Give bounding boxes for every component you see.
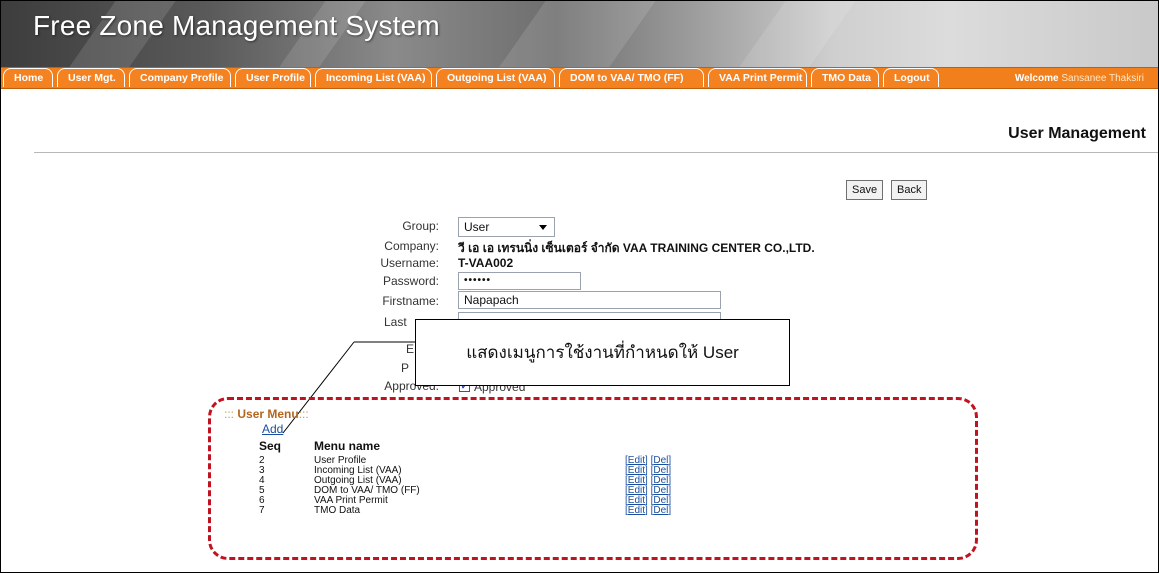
tab-incoming-list[interactable]: Incoming List (VAA) (315, 68, 432, 87)
row-menu-name: TMO Data (314, 505, 361, 516)
row-actions: [Edit] [Del] (625, 505, 672, 516)
username-label: Username: (380, 256, 439, 270)
table-row: 2 User Profile [Edit] [Del] (1, 456, 1158, 466)
tab-user-profile[interactable]: User Profile (235, 68, 311, 87)
main-nav: Home User Mgt. Company Profile User Prof… (1, 67, 1158, 89)
tab-logout[interactable]: Logout (883, 68, 939, 87)
legend-title: User Menu (237, 407, 299, 421)
table-row: 3 Incoming List (VAA) [Edit] [Del] (1, 466, 1158, 476)
page-title: User Management (1008, 125, 1146, 142)
legend-prefix: ::: (224, 407, 235, 421)
welcome-text: Welcome Sansanee Thaksiri (1015, 73, 1144, 84)
tab-tmo-data[interactable]: TMO Data (811, 68, 879, 87)
firstname-label: Firstname: (382, 294, 439, 308)
tab-dom-to-vaa[interactable]: DOM to VAA/ TMO (FF) (559, 68, 704, 87)
header-banner: Free Zone Management System (1, 1, 1158, 67)
group-select-value: User (464, 220, 490, 234)
save-button[interactable]: Save (846, 180, 884, 200)
password-label: Password: (382, 274, 439, 288)
table-row: 6 VAA Print Permit [Edit] [Del] (1, 496, 1158, 506)
legend-suffix: ::: (298, 407, 309, 421)
title-divider (34, 152, 1158, 153)
welcome-label: Welcome (1014, 73, 1059, 84)
del-link[interactable]: Del (653, 505, 668, 516)
table-row: 4 Outgoing List (VAA) [Edit] [Del] (1, 476, 1158, 486)
lastname-label: Last (384, 315, 407, 329)
col-header-seq: Seq (259, 439, 282, 453)
user-menu-legend: ::: User Menu::: (224, 407, 309, 421)
tab-outgoing-list[interactable]: Outgoing List (VAA) (436, 68, 555, 87)
row-seq: 7 (259, 505, 265, 516)
company-label: Company: (384, 239, 439, 253)
edit-link[interactable]: Edit (628, 505, 645, 516)
app-window: Free Zone Management System Home User Mg… (0, 0, 1159, 573)
tab-vaa-print-permit[interactable]: VAA Print Permit (708, 68, 807, 87)
callout-text: แสดงเมนูการใช้งานที่กำหนดให้ User (466, 343, 739, 362)
add-menu-link[interactable]: Add (262, 422, 283, 436)
annotation-callout: แสดงเมนูการใช้งานที่กำหนดให้ User (415, 319, 790, 386)
firstname-field[interactable]: Napapach (458, 291, 721, 309)
back-button[interactable]: Back (891, 180, 928, 200)
tab-user-mgt[interactable]: User Mgt. (57, 68, 125, 87)
welcome-username: Sansanee Thaksiri (1061, 73, 1144, 84)
table-row: 5 DOM to VAA/ TMO (FF) [Edit] [Del] (1, 486, 1158, 496)
field-p-label: P (401, 361, 410, 375)
password-field[interactable]: •••••• (458, 272, 581, 290)
username-value: T-VAA002 (458, 256, 514, 270)
field-e-label: E (406, 342, 415, 356)
tab-company-profile[interactable]: Company Profile (129, 68, 231, 87)
group-select[interactable]: User (458, 217, 555, 237)
chevron-down-icon (539, 225, 547, 230)
table-row: 7 TMO Data [Edit] [Del] (1, 506, 1158, 516)
app-title: Free Zone Management System (33, 10, 440, 41)
tab-home[interactable]: Home (3, 68, 53, 87)
col-header-menu-name: Menu name (314, 439, 381, 453)
group-label: Group: (402, 219, 439, 233)
